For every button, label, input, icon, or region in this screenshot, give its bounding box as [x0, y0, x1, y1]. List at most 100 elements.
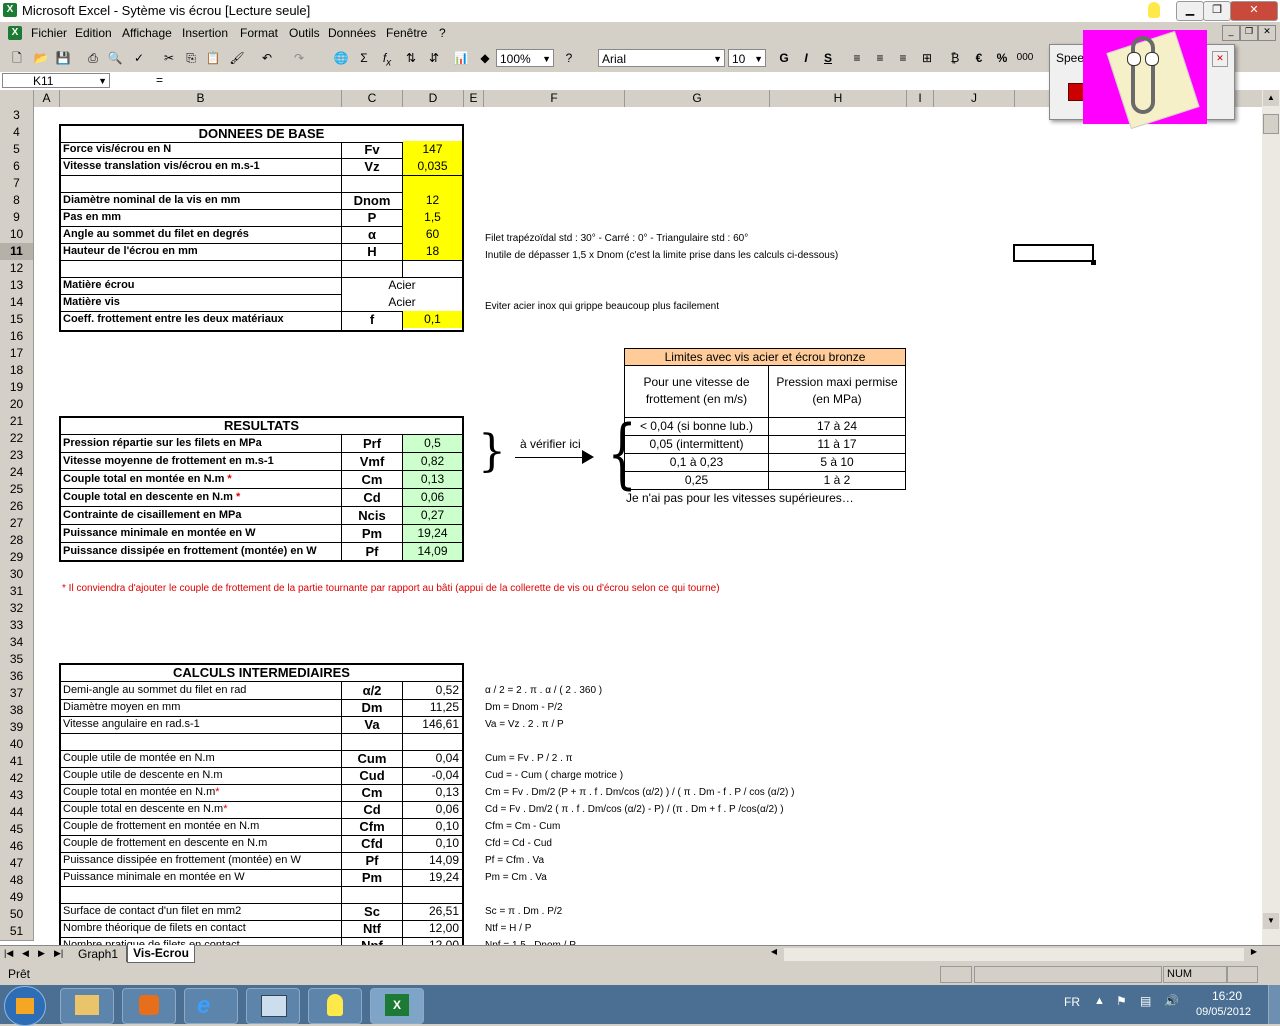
align-left-icon[interactable]: ≡ [848, 49, 866, 67]
row-header-19[interactable]: 19 [0, 379, 34, 397]
cut-icon[interactable]: ✂ [160, 49, 178, 67]
font-select[interactable]: Arial ▼ [598, 49, 725, 67]
thousands-button[interactable]: 000 [1016, 49, 1034, 67]
result-value-cell[interactable]: 0,5 [403, 435, 462, 452]
tab-graph1[interactable]: Graph1 [70, 946, 127, 962]
calc-value-cell[interactable]: -0,04 [403, 767, 462, 784]
row-header-4[interactable]: 4 [0, 124, 34, 142]
row-header-26[interactable]: 26 [0, 498, 34, 516]
row-header-36[interactable]: 36 [0, 668, 34, 686]
row-header-7[interactable]: 7 [0, 175, 34, 193]
row-header-41[interactable]: 41 [0, 753, 34, 771]
print-icon[interactable]: ⎙ [84, 49, 102, 67]
tab-vis-ecrou[interactable]: Vis-Ecrou [127, 945, 195, 963]
fill-handle[interactable] [1091, 260, 1096, 265]
copy-icon[interactable]: ⎘ [182, 49, 200, 67]
prev-sheet-icon[interactable]: ◀ [22, 948, 29, 959]
row-header-31[interactable]: 31 [0, 583, 34, 601]
percent-button[interactable]: % [993, 49, 1011, 67]
chart-wizard-icon[interactable]: 📊 [452, 49, 470, 67]
row-header-16[interactable]: 16 [0, 328, 34, 346]
base-value-cell[interactable]: 12 [403, 192, 462, 209]
sort-desc-icon[interactable]: ⇵ [425, 49, 443, 67]
menu-format[interactable]: Format [240, 26, 278, 40]
speech-close-button[interactable]: ✕ [1212, 51, 1228, 67]
hscroll-right-icon[interactable]: ▶ [1246, 947, 1262, 962]
save-icon[interactable]: 💾 [54, 49, 72, 67]
open-icon[interactable]: 📂 [32, 49, 50, 67]
menu-fichier[interactable]: Fichier [31, 26, 67, 40]
calc-value-cell[interactable]: 14,09 [403, 852, 462, 869]
col-header-i[interactable]: I [907, 90, 934, 107]
align-center-icon[interactable]: ≡ [871, 49, 889, 67]
close-button[interactable]: ✕ [1230, 1, 1278, 21]
underline-button[interactable]: S [819, 49, 837, 67]
row-header-14[interactable]: 14 [0, 294, 34, 312]
row-header-20[interactable]: 20 [0, 396, 34, 414]
menu-insertion[interactable]: Insertion [182, 26, 228, 40]
base-value-cell[interactable]: 0,1 [403, 311, 462, 328]
row-header-18[interactable]: 18 [0, 362, 34, 380]
selected-cell-k11[interactable] [1013, 244, 1094, 262]
flag-icon[interactable]: ⚑ [1116, 994, 1127, 1008]
taskbar-media-player[interactable] [122, 988, 176, 1024]
col-header-g[interactable]: G [625, 90, 770, 107]
calc-value-cell[interactable]: 0,10 [403, 818, 462, 835]
show-desktop-button[interactable] [1268, 985, 1280, 1024]
horizontal-scrollbar[interactable] [784, 948, 1244, 961]
row-header-35[interactable]: 35 [0, 651, 34, 669]
menu-donnees[interactable]: Données [328, 26, 376, 40]
language-indicator[interactable]: FR [1064, 995, 1080, 1009]
format-painter-icon[interactable]: 🖌 [228, 49, 246, 67]
row-header-46[interactable]: 46 [0, 838, 34, 856]
col-header-c[interactable]: C [342, 90, 403, 107]
row-header-48[interactable]: 48 [0, 872, 34, 890]
worksheet[interactable]: 3 4 5 6 7 8 9 10 11 12 13 14 15 16 17 18 19 20 21 22 23 24 25 2… [0, 107, 1262, 945]
calc-value-cell[interactable] [403, 886, 462, 903]
restore-button[interactable]: ❐ [1203, 1, 1231, 21]
doc-restore-button[interactable]: ❐ [1240, 25, 1258, 41]
minimize-button[interactable]: ▁ [1176, 1, 1204, 21]
taskbar-app[interactable] [246, 988, 300, 1024]
row-header-37[interactable]: 37 [0, 685, 34, 703]
doc-close-button[interactable]: ✕ [1258, 25, 1276, 41]
calc-value-cell[interactable]: 12,00 [403, 937, 462, 945]
volume-icon[interactable]: 🔊 [1164, 994, 1179, 1008]
row-header-49[interactable]: 49 [0, 889, 34, 907]
clock-date[interactable]: 09/05/2012 [1196, 1006, 1251, 1018]
row-header-51[interactable]: 51 [0, 923, 34, 941]
row-header-11[interactable]: 11 [0, 243, 34, 261]
row-header-45[interactable]: 45 [0, 821, 34, 839]
calc-value-cell[interactable]: 26,51 [403, 903, 462, 920]
first-sheet-icon[interactable]: |◀ [4, 948, 13, 959]
base-value-cell[interactable] [403, 175, 462, 192]
calc-value-cell[interactable]: 146,61 [403, 716, 462, 733]
euro-format-icon[interactable]: ₿ [946, 49, 964, 67]
spelling-icon[interactable]: ✓ [130, 49, 148, 67]
calc-value-cell[interactable]: 12,00 [403, 920, 462, 937]
row-header-33[interactable]: 33 [0, 617, 34, 635]
row-header-43[interactable]: 43 [0, 787, 34, 805]
calc-value-cell[interactable]: 0,04 [403, 750, 462, 767]
hscroll-left-icon[interactable]: ◀ [766, 947, 782, 962]
taskbar-explorer[interactable] [60, 988, 114, 1024]
base-value-cell[interactable]: 60 [403, 226, 462, 243]
result-value-cell[interactable]: 19,24 [403, 525, 462, 542]
row-header-34[interactable]: 34 [0, 634, 34, 652]
result-value-cell[interactable]: 14,09 [403, 543, 462, 560]
doc-minimize-button[interactable]: _ [1222, 25, 1240, 41]
print-preview-icon[interactable]: 🔍 [106, 49, 124, 67]
calc-value-cell[interactable]: 0,10 [403, 835, 462, 852]
calc-value-cell[interactable]: 0,06 [403, 801, 462, 818]
menu-fenetre[interactable]: Fenêtre [386, 26, 427, 40]
row-header-28[interactable]: 28 [0, 532, 34, 550]
autosum-icon[interactable]: Σ [355, 49, 373, 67]
hyperlink-icon[interactable]: 🌐 [332, 49, 350, 67]
row-header-15[interactable]: 15 [0, 311, 34, 329]
network-icon[interactable]: ▤ [1140, 994, 1151, 1008]
row-header-5[interactable]: 5 [0, 141, 34, 159]
italic-button[interactable]: I [797, 49, 815, 67]
col-header-b[interactable]: B [60, 90, 342, 107]
last-sheet-icon[interactable]: ▶| [54, 948, 63, 959]
row-header-8[interactable]: 8 [0, 192, 34, 210]
